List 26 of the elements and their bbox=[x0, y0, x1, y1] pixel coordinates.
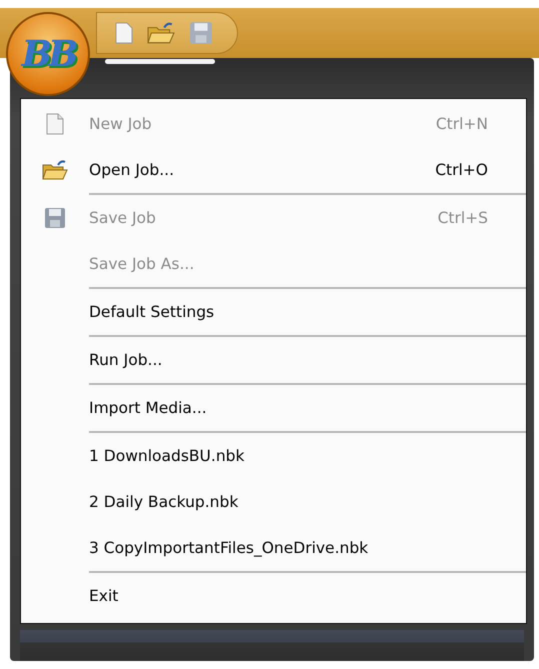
menu-item-label: 2 Daily Backup.nbk bbox=[89, 493, 240, 511]
menu-item[interactable]: 3 CopyImportantFiles_OneDrive.nbk bbox=[21, 525, 526, 571]
menu-item-label: 3 CopyImportantFiles_OneDrive.nbk bbox=[89, 539, 370, 557]
shortcut-label: Ctrl+O bbox=[435, 161, 489, 179]
menu-item-label: Open Job... bbox=[89, 161, 176, 179]
menu-item-label: Save Job As... bbox=[89, 255, 196, 273]
shortcut-label: Ctrl+S bbox=[438, 209, 489, 227]
menu-item-label: Run Job... bbox=[89, 351, 164, 369]
menu-item-label: Default Settings bbox=[89, 303, 216, 321]
menu-item[interactable]: Default Settings bbox=[21, 289, 526, 335]
menu-item-label: 1 DownloadsBU.nbk bbox=[89, 447, 246, 465]
menu-item-label: Save Job bbox=[89, 209, 157, 227]
menu-item[interactable]: Run Job... bbox=[21, 337, 526, 383]
shortcut-label: Ctrl+N bbox=[436, 115, 489, 133]
folder-icon bbox=[42, 159, 68, 181]
document-icon[interactable] bbox=[115, 21, 133, 45]
document-icon bbox=[46, 113, 64, 135]
menu-item[interactable]: Import Media... bbox=[21, 385, 526, 431]
menu-item[interactable]: 1 DownloadsBU.nbk bbox=[21, 433, 526, 479]
menu-item-label: New Job bbox=[89, 115, 153, 133]
menu-item-label: Import Media... bbox=[89, 399, 208, 417]
folder-icon[interactable] bbox=[147, 21, 175, 45]
menu-item[interactable]: Exit bbox=[21, 573, 526, 619]
menu-item-label: Exit bbox=[89, 587, 120, 605]
menu-item[interactable]: 2 Daily Backup.nbk bbox=[21, 479, 526, 525]
menu-item[interactable]: Open Job... Ctrl+O bbox=[21, 147, 526, 193]
